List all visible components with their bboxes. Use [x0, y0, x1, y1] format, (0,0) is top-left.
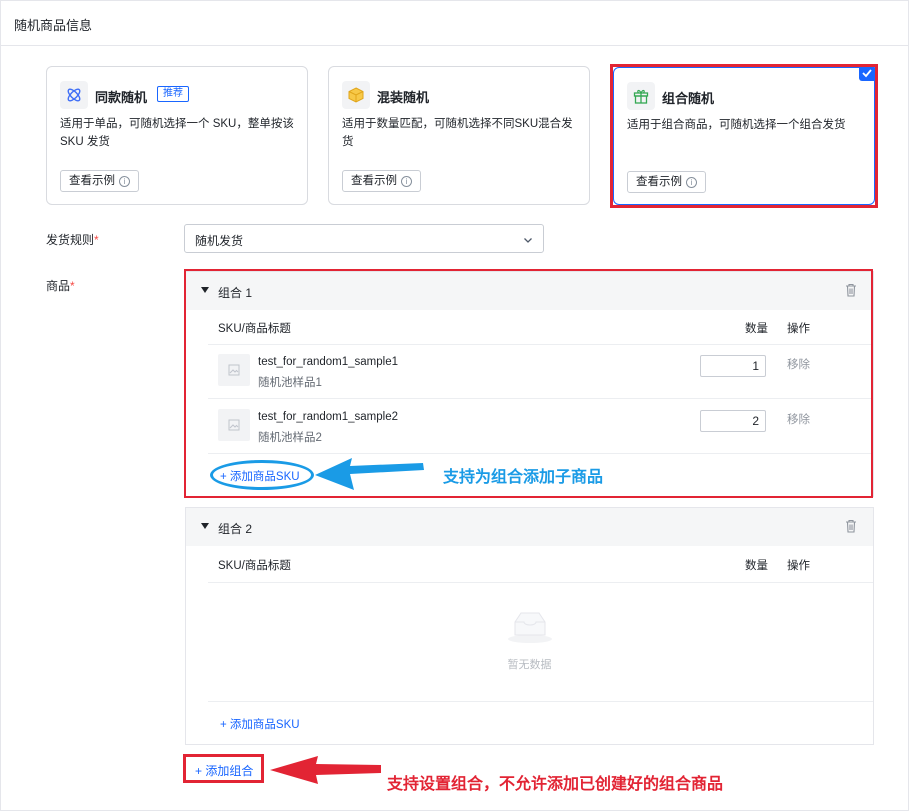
annotation-add-sku: 支持为组合添加子商品 — [443, 469, 604, 486]
blue-arrow-icon — [315, 458, 424, 490]
annotation-add-group: 支持设置组合，不允许添加已创建好的组合商品 — [387, 776, 724, 793]
red-arrow-icon — [270, 756, 381, 784]
annotation-arrows — [270, 458, 424, 784]
